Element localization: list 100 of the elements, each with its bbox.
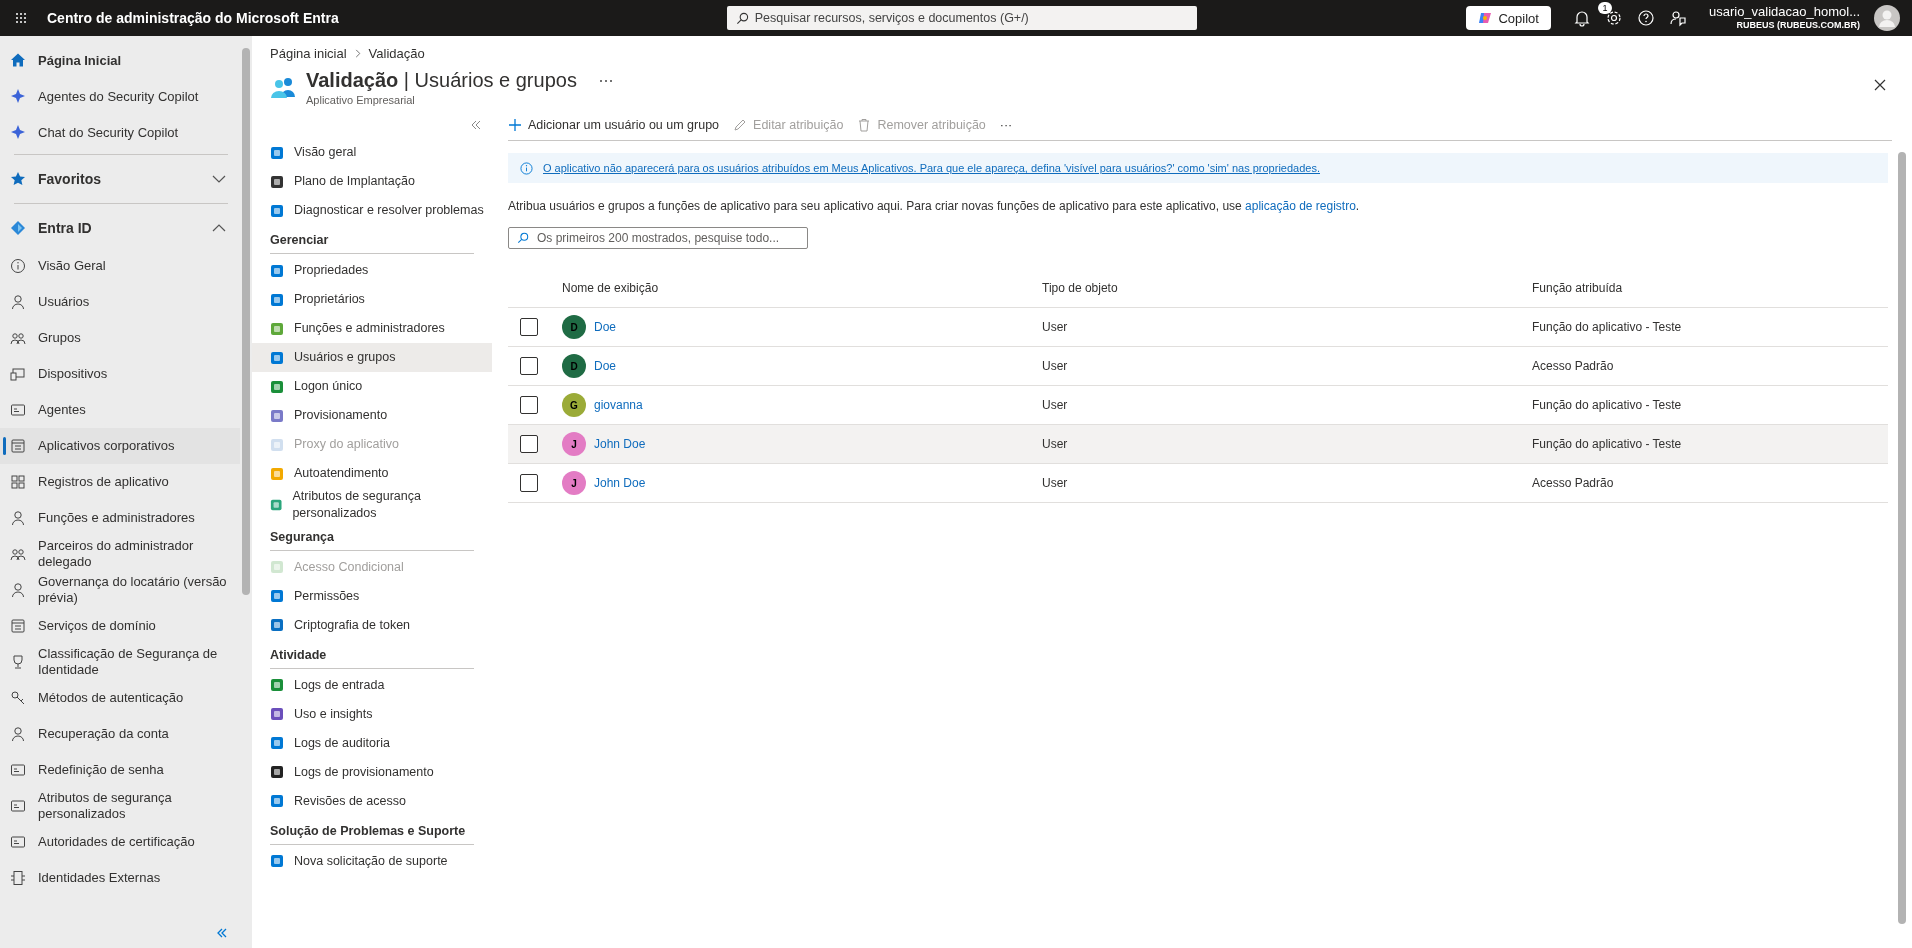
sidebar-section[interactable]: Entra ID [0, 208, 240, 248]
user-name-link[interactable]: giovanna [594, 398, 643, 412]
nav-item[interactable]: Logs de auditoria [252, 728, 492, 758]
breadcrumb-link[interactable]: Página inicial [270, 46, 347, 61]
sidebar-item[interactable]: Serviços de domínio [0, 608, 240, 644]
nav-item[interactable]: Plano de Implantação [252, 167, 492, 196]
trash-icon [857, 118, 872, 132]
sidebar-item[interactable]: Autoridades de certificação [0, 824, 240, 860]
sidebar-item[interactable]: Página Inicial [0, 42, 240, 78]
toolbar-button[interactable]: Adicionar um usuário ou um grupo [508, 118, 720, 132]
card-icon [10, 798, 26, 814]
nav-item[interactable]: Usuários e grupos [252, 343, 492, 372]
sidebar-item[interactable]: Governança do locatário (versão prévia) [0, 572, 240, 608]
sidebar-item[interactable]: Chat do Security Copilot [0, 114, 240, 150]
plus-icon [508, 118, 522, 132]
search-field[interactable]: Pesquisar recursos, serviços e documentos (G+/) [726, 6, 1197, 30]
sidebar-section[interactable]: Favoritos [0, 159, 240, 199]
user-name-link[interactable]: John Doe [594, 437, 646, 451]
user-name-link[interactable]: Doe [594, 359, 616, 373]
app-icon [270, 379, 284, 394]
collapse-icon[interactable] [470, 120, 482, 130]
sidebar-item[interactable]: Funções e administradores [0, 500, 240, 536]
nav-item[interactable]: Diagnosticar e resolver problemas [252, 196, 492, 225]
app-launcher-icon[interactable] [15, 12, 27, 24]
row-checkbox[interactable] [520, 318, 538, 336]
nav-item[interactable]: Funções e administradores [252, 314, 492, 343]
user-name-link[interactable]: Doe [594, 320, 616, 334]
table-row[interactable]: J John Doe User Função do aplicativo - Teste [508, 424, 1888, 464]
app-icon [270, 794, 284, 809]
key-icon [10, 690, 26, 706]
star-icon [10, 171, 26, 187]
sidebar-item[interactable]: Redefinição de senha [0, 752, 240, 788]
nav-item[interactable]: Revisões de acesso [252, 786, 492, 816]
nav-item[interactable]: Logs de provisionamento [252, 757, 492, 787]
nav-item[interactable]: Uso e insights [252, 699, 492, 729]
window-icon [10, 618, 26, 634]
more-button[interactable]: ··· [999, 118, 1013, 132]
sidebar-item[interactable]: Usuários [0, 284, 240, 320]
grid-icon [10, 474, 26, 490]
sidebar-item[interactable]: Agentes do Security Copilot [0, 78, 240, 114]
user-name[interactable]: usario_validacao_homol... [1708, 5, 1860, 21]
sidebar-item[interactable]: Grupos [0, 320, 240, 356]
sidebar-item[interactable]: Agentes [0, 392, 240, 428]
row-checkbox[interactable] [520, 357, 538, 375]
sidebar-item[interactable]: Identidades Externas [0, 860, 240, 896]
nav-item[interactable]: Autoatendimento [252, 459, 492, 488]
registration-link[interactable]: aplicação de registro [1245, 199, 1356, 213]
breadcrumb-link[interactable]: Validação [368, 46, 425, 61]
sidebar-item[interactable]: Recuperação da conta [0, 716, 240, 752]
notifications-icon[interactable] [1572, 9, 1591, 27]
table-cell: User [1042, 424, 1532, 464]
nav-item[interactable]: Atributos de segurança personalizados [252, 488, 492, 522]
nav-section-heading: Gerenciar [270, 233, 474, 254]
column-header[interactable]: Nome de exibição [562, 269, 1042, 308]
sidebar-item[interactable]: Visão Geral [0, 248, 240, 284]
sidebar-item[interactable]: Métodos de autenticação [0, 680, 240, 716]
nav-item[interactable]: Nova solicitação de suporte [252, 846, 492, 876]
feedback-icon[interactable] [1668, 9, 1687, 27]
row-checkbox[interactable] [520, 474, 538, 492]
row-checkbox[interactable] [520, 396, 538, 414]
sidebar-item[interactable]: Parceiros do administrador delegado [0, 536, 240, 572]
portal-title[interactable]: Centro de administração do Microsoft Entra [47, 10, 339, 26]
sidebar-item[interactable]: Atributos de segurança personalizados [0, 788, 240, 824]
user-name-link[interactable]: John Doe [594, 476, 646, 490]
more-icon[interactable] [598, 78, 613, 83]
nav-item[interactable]: Permissões [252, 581, 492, 611]
close-icon[interactable] [1874, 79, 1886, 91]
sidebar-item[interactable]: Registros de aplicativo [0, 464, 240, 500]
nav-item[interactable]: Provisionamento [252, 401, 492, 430]
table-row[interactable]: D Doe User Acesso Padrão [508, 346, 1888, 386]
copilot-button[interactable]: Copilot [1466, 6, 1551, 30]
search-field[interactable]: Os primeiros 200 mostrados, pesquise todo... [508, 227, 808, 249]
app-icon [270, 678, 284, 693]
trophy-icon [10, 654, 26, 670]
info-link[interactable]: O aplicativo não aparecerá para os usuários atribuídos em Meus Aplicativos. Para que ele apareça, defina 'visível para usuários?' como 'sim' nas propriedades. [543, 162, 1320, 174]
column-header[interactable]: Função atribuída [1532, 269, 1888, 308]
app-icon [270, 707, 284, 722]
app-icon [270, 408, 284, 423]
nav-item[interactable]: Visão geral [252, 138, 492, 167]
table-row[interactable]: J John Doe User Acesso Padrão [508, 463, 1888, 503]
sidebar-item[interactable]: Dispositivos [0, 356, 240, 392]
collapse-icon[interactable] [216, 928, 228, 938]
row-checkbox[interactable] [520, 435, 538, 453]
nav-item[interactable]: Criptografia de token [252, 610, 492, 640]
sidebar-item[interactable]: Aplicativos corporativos [0, 428, 240, 464]
diamond-icon [10, 220, 26, 236]
people-icon [10, 546, 26, 562]
nav-item[interactable]: Logs de entrada [252, 670, 492, 700]
column-header[interactable]: Tipo de objeto [1042, 269, 1532, 308]
nav-item[interactable]: Logon único [252, 372, 492, 401]
help-icon[interactable] [1636, 9, 1655, 27]
settings-icon[interactable] [1604, 9, 1623, 27]
page-caption: Aplicativo Empresarial [306, 94, 416, 106]
avatar-icon[interactable] [1874, 5, 1900, 31]
nav-item[interactable]: Proprietários [252, 285, 492, 314]
window-icon [10, 438, 26, 454]
people-icon [10, 330, 26, 346]
sidebar-item[interactable]: Classificação de Segurança de Identidade [0, 644, 240, 680]
table-row[interactable]: D Doe User Função do aplicativo - Teste [508, 307, 1888, 347]
nav-item[interactable]: Propriedades [252, 256, 492, 285]
